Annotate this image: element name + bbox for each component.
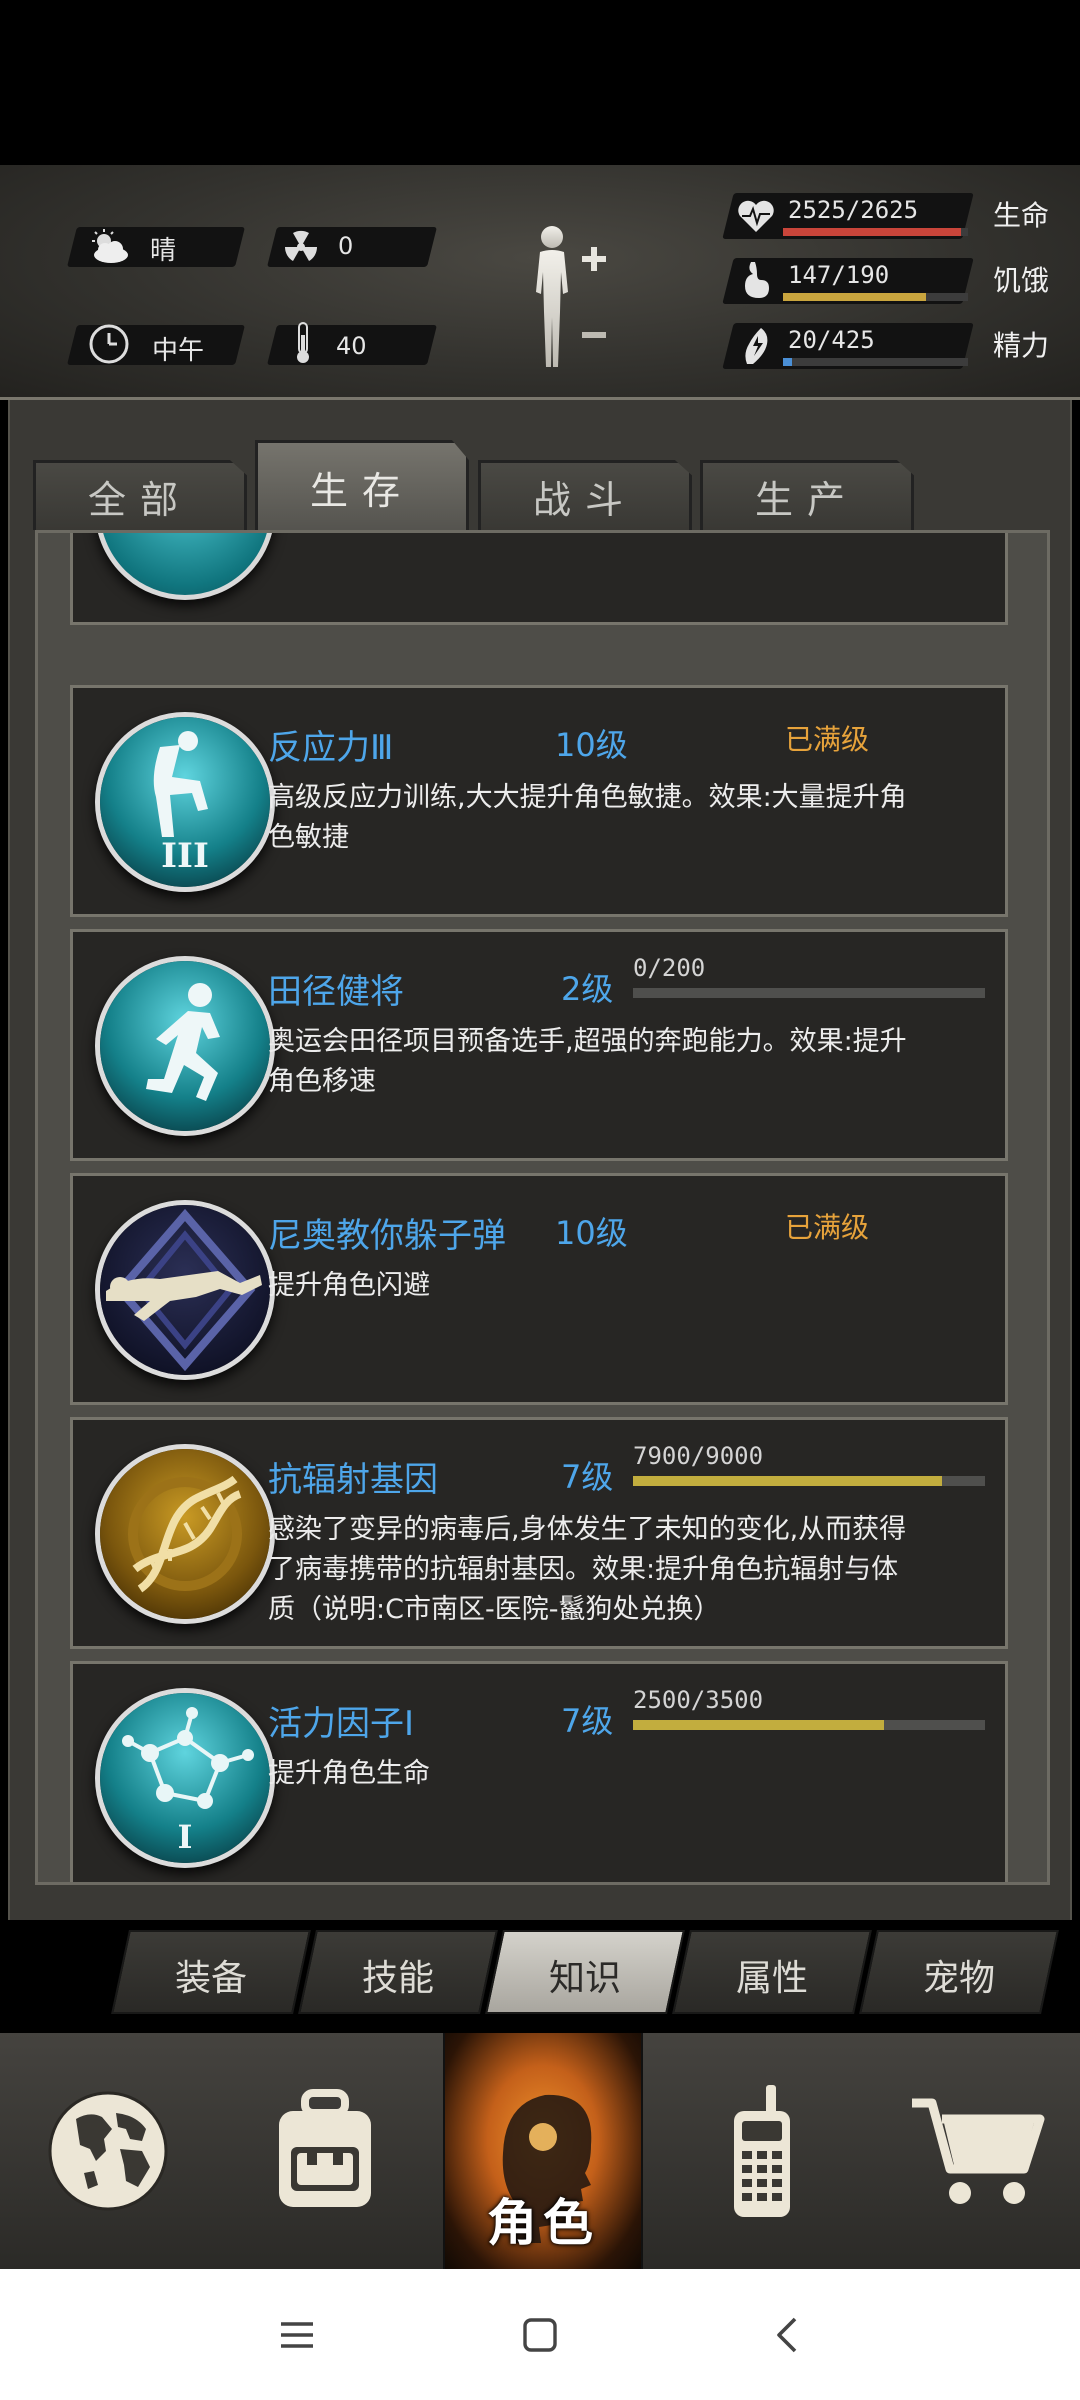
skill-card[interactable]: 田径健将 2级 0/200 奥运会田径项目预备选手,超强的奔跑能力。效果:提升角… — [70, 929, 1008, 1161]
skill-max-badge: 已满级 — [785, 1211, 870, 1244]
menu-icon — [281, 2322, 313, 2348]
radiation-icon — [278, 224, 324, 270]
hunger-value: 147/190 — [788, 261, 890, 289]
skill-card-partial[interactable] — [70, 533, 1008, 625]
skill-level: 7级 — [561, 1458, 614, 1496]
thermometer-icon — [280, 320, 326, 366]
time-label: 中午 — [152, 336, 205, 366]
xp-bar-fill — [633, 1720, 885, 1730]
skill-name: 活力因子Ⅰ — [268, 1704, 415, 1744]
cart-icon — [912, 2098, 1045, 2204]
subtab-attributes-label: 属性 — [735, 1958, 808, 1999]
tab-survival[interactable]: 生存 — [255, 440, 469, 532]
skill-level: 10级 — [555, 1214, 628, 1252]
xp-text: 7900/9000 — [633, 1442, 764, 1470]
health-value: 2525/2625 — [788, 196, 919, 224]
skill-desc: 奥运会田径项目预备选手,超强的奔跑能力。效果:提升角色移速 — [268, 1026, 907, 1097]
nav-radio[interactable] — [660, 2033, 860, 2269]
energy-bar-fill — [783, 358, 792, 366]
nav-backpack[interactable] — [225, 2033, 425, 2269]
heart-pulse-icon — [734, 194, 778, 238]
xp-bar-fill — [633, 1476, 943, 1486]
temperature-value: 40 — [336, 332, 367, 360]
partial-badge-icon — [95, 533, 275, 600]
nav-shop[interactable] — [878, 2033, 1078, 2269]
health-bar — [783, 228, 968, 236]
skill-name: 田径健将 — [268, 972, 404, 1012]
dodge-badge-icon — [95, 1200, 275, 1380]
skill-level: 7级 — [561, 1702, 614, 1740]
tab-all[interactable]: 全部 — [33, 460, 247, 530]
tab-production[interactable]: 生产 — [700, 460, 914, 530]
xp-bar — [633, 1720, 985, 1730]
backpack-icon — [279, 2089, 371, 2207]
menu-button[interactable] — [272, 2310, 322, 2360]
energy-value: 20/425 — [788, 326, 875, 354]
nav-world[interactable] — [8, 2033, 208, 2269]
subtab-pets-label: 宠物 — [922, 1958, 995, 1999]
subtab-skills-label: 技能 — [361, 1958, 434, 1999]
skill-name: 反应力Ⅲ — [268, 728, 394, 768]
xp-bar — [633, 988, 985, 998]
skill-card[interactable]: 尼奥教你躲子弹 10级 已满级 提升角色闪避 — [70, 1173, 1008, 1405]
clock-icon — [86, 321, 132, 367]
molecule-badge-icon: I — [95, 1688, 275, 1868]
skill-name: 尼奥教你躲子弹 — [268, 1216, 506, 1256]
energy-bar — [783, 358, 968, 366]
energy-icon — [734, 323, 778, 367]
skill-level: 2级 — [561, 970, 614, 1008]
cloud-sun-icon — [86, 224, 132, 270]
back-chevron-icon — [777, 2317, 797, 2353]
xp-text: 2500/3500 — [633, 1686, 764, 1714]
energy-label: 精力 — [993, 329, 1050, 362]
health-bar-fill — [783, 228, 961, 236]
xp-bar — [633, 1476, 985, 1486]
tab-combat-label: 战斗 — [532, 478, 637, 522]
stomach-icon — [734, 258, 778, 302]
skill-list[interactable]: III 反应力Ⅲ 10级 已满级 高级反应力训练,大大提升角色敏捷。效果:大量提… — [35, 530, 1050, 1885]
nav-role-label: 角色 — [487, 2194, 599, 2252]
minus-icon[interactable] — [580, 318, 610, 348]
skill-name: 抗辐射基因 — [268, 1460, 438, 1500]
tab-survival-label: 生存 — [309, 469, 414, 513]
skill-desc: 感染了变异的病毒后,身体发生了未知的变化,从而获得了病毒携带的抗辐射基因。效果:… — [268, 1514, 907, 1625]
skill-level: 10级 — [555, 726, 628, 764]
skill-card[interactable]: I 活力因子Ⅰ 7级 2500/3500 提升角色生命 — [70, 1661, 1008, 1882]
skill-desc: 提升角色闪避 — [268, 1270, 430, 1301]
skill-desc: 提升角色生命 — [268, 1758, 430, 1789]
back-button[interactable] — [762, 2310, 812, 2360]
tab-all-label: 全部 — [87, 478, 192, 522]
skill-card[interactable]: III 反应力Ⅲ 10级 已满级 高级反应力训练,大大提升角色敏捷。效果:大量提… — [70, 685, 1008, 917]
hunger-bar — [783, 293, 968, 301]
tab-combat[interactable]: 战斗 — [478, 460, 692, 530]
home-square-icon — [523, 2318, 557, 2352]
reflex-badge-icon: III — [95, 712, 275, 892]
skill-desc: 高级反应力训练,大大提升角色敏捷。效果:大量提升角色敏捷 — [268, 782, 907, 853]
hunger-label: 饥饿 — [993, 264, 1050, 297]
svg-text:III: III — [161, 836, 209, 876]
skill-max-badge: 已满级 — [785, 723, 870, 756]
home-button[interactable] — [515, 2310, 565, 2360]
weather-label: 晴 — [150, 236, 177, 266]
health-label: 生命 — [993, 199, 1050, 232]
hunger-bar-fill — [783, 293, 927, 301]
dna-badge-icon — [95, 1444, 275, 1624]
add-icon[interactable] — [580, 243, 610, 273]
svg-text:I: I — [178, 1818, 193, 1856]
tab-production-label: 生产 — [754, 478, 859, 522]
radiation-value: 0 — [338, 232, 354, 260]
globe-icon — [48, 2091, 168, 2211]
subtab-knowledge-label: 知识 — [548, 1958, 621, 1999]
walkie-talkie-icon — [734, 2085, 790, 2217]
skill-card[interactable]: 抗辐射基因 7级 7900/9000 感染了变异的病毒后,身体发生了未知的变化,… — [70, 1417, 1008, 1649]
runner-badge-icon — [95, 956, 275, 1136]
xp-text: 0/200 — [633, 954, 706, 982]
subtab-equipment-label: 装备 — [174, 1958, 247, 1999]
